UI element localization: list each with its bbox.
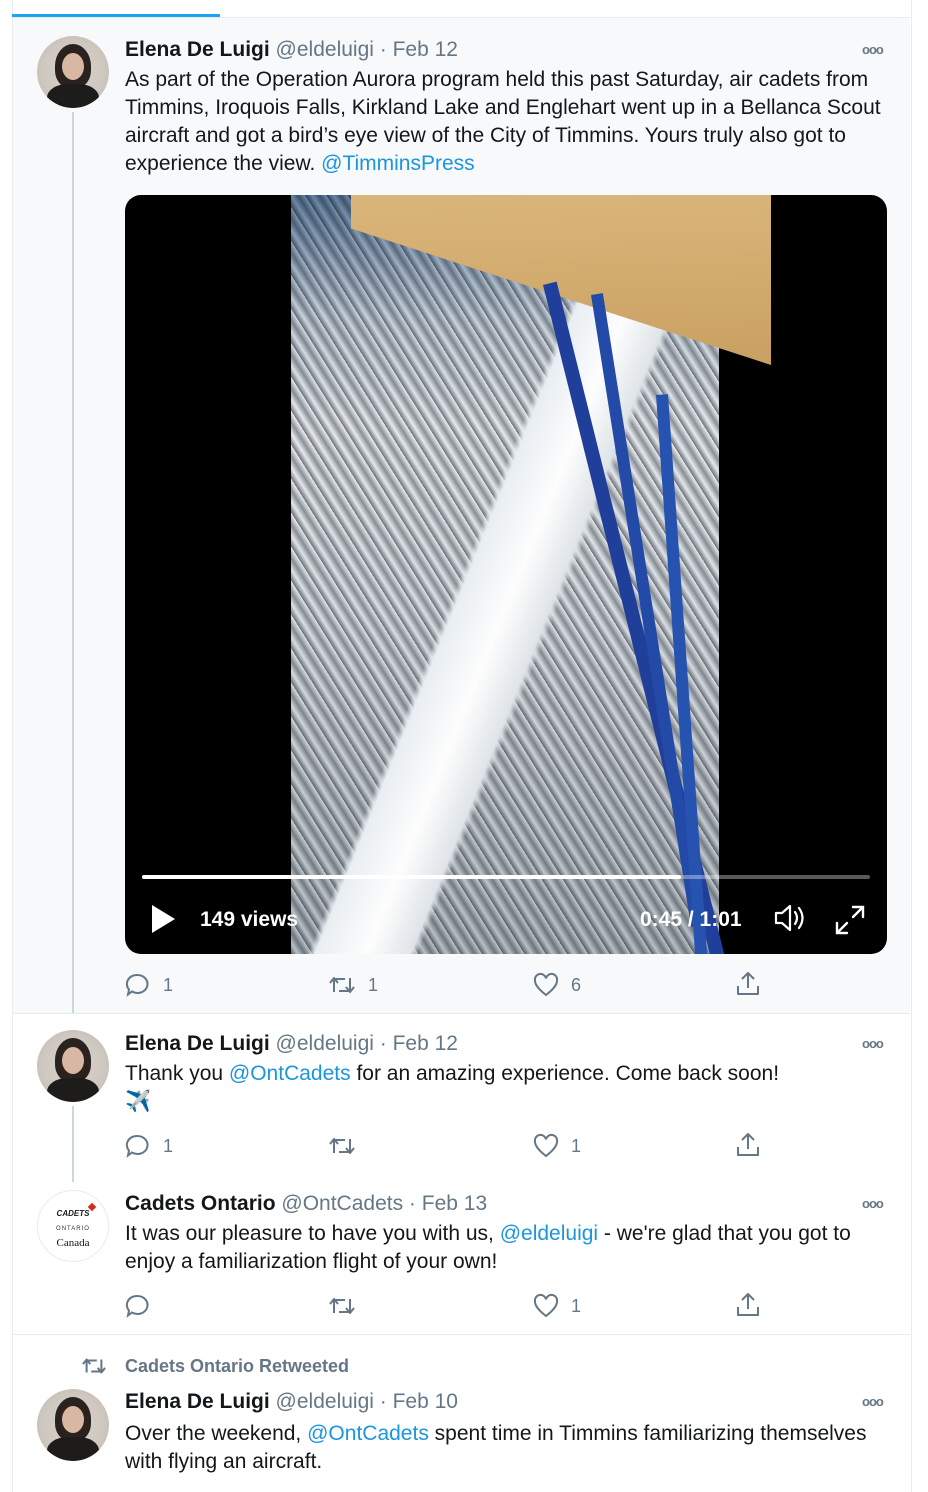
reply-button[interactable]: [125, 1293, 151, 1319]
video-player[interactable]: 149 views 0:45 / 1:01: [125, 195, 887, 954]
mention-link[interactable]: @TimminsPress: [321, 152, 475, 175]
like-count: 1: [571, 1295, 582, 1316]
retweet-count: 1: [368, 974, 379, 995]
retweet-button[interactable]: 1: [328, 972, 378, 998]
play-icon[interactable]: [152, 905, 175, 933]
retweet-icon: [329, 1138, 355, 1154]
author-name[interactable]: Elena De Luigi: [125, 1032, 270, 1055]
more-options-icon[interactable]: ooo: [862, 1036, 884, 1051]
like-count: 6: [571, 974, 582, 995]
more-options-icon[interactable]: ooo: [862, 42, 884, 57]
video-time: 0:45 / 1:01: [640, 908, 742, 931]
heart-icon: [533, 1293, 559, 1318]
tweet-header: Elena De Luigi @eldeluigi · Feb 12: [125, 37, 458, 63]
video-frame[interactable]: [291, 195, 771, 954]
share-button[interactable]: [735, 970, 761, 998]
volume-icon[interactable]: [773, 903, 807, 933]
more-options-icon[interactable]: ooo: [862, 1196, 884, 1211]
like-button[interactable]: 1: [533, 1293, 581, 1319]
divider: [13, 1013, 910, 1014]
thread-line: [72, 112, 74, 1014]
retweet-icon: [329, 1298, 355, 1314]
author-name[interactable]: Elena De Luigi: [125, 1390, 270, 1413]
reply-icon: [125, 1134, 149, 1158]
cadets-logo-avatar[interactable]: CADETS ONTARIO Canada: [37, 1190, 109, 1262]
avatar[interactable]: [37, 1389, 109, 1461]
heart-icon: [533, 1133, 559, 1158]
like-count: 1: [571, 1135, 582, 1156]
avatar[interactable]: [37, 36, 109, 108]
author-name[interactable]: Elena De Luigi: [125, 38, 270, 61]
reply-icon: [125, 973, 149, 997]
reply-count: 1: [163, 1135, 174, 1156]
author-meta[interactable]: @OntCadets · Feb 13: [281, 1192, 487, 1215]
video-progress-fill: [142, 875, 681, 879]
avatar[interactable]: [37, 1030, 109, 1102]
tweet-text: Thank you @OntCadets for an amazing expe…: [125, 1062, 780, 1113]
airplane-emoji: ✈️: [125, 1090, 152, 1113]
view-count: 149 views: [200, 908, 299, 931]
tweet-text: It was our pleasure to have you with us,…: [125, 1222, 851, 1273]
reply-count: 1: [163, 974, 174, 995]
reply-button[interactable]: 1: [125, 1133, 173, 1159]
tweet-text: As part of the Operation Aurora program …: [125, 68, 881, 175]
fullscreen-icon[interactable]: [833, 903, 867, 937]
mention-link[interactable]: @OntCadets: [307, 1422, 429, 1445]
tweet-header: Cadets Ontario @OntCadets · Feb 13: [125, 1191, 487, 1217]
like-button[interactable]: 6: [533, 972, 581, 998]
author-meta[interactable]: @eldeluigi · Feb 12: [276, 1032, 458, 1055]
tweet-header: Elena De Luigi @eldeluigi · Feb 12: [125, 1031, 458, 1057]
tweet-text: Over the weekend, @OntCadets spent time …: [125, 1422, 867, 1473]
thread-line: [72, 1106, 74, 1182]
heart-icon: [533, 972, 559, 997]
retweet-icon: [329, 977, 355, 993]
share-icon: [737, 1133, 759, 1156]
share-icon: [737, 972, 759, 995]
tweet-header: Elena De Luigi @eldeluigi · Feb 10: [125, 1389, 458, 1415]
share-icon: [737, 1293, 759, 1316]
retweet-button[interactable]: [328, 1293, 356, 1319]
author-meta[interactable]: @eldeluigi · Feb 12: [276, 38, 458, 61]
retweeted-by-label[interactable]: Cadets Ontario Retweeted: [125, 1356, 349, 1377]
share-button[interactable]: [735, 1291, 761, 1319]
video-progress-bar[interactable]: [142, 875, 870, 879]
reply-button[interactable]: 1: [125, 972, 173, 998]
author-name[interactable]: Cadets Ontario: [125, 1192, 276, 1215]
author-meta[interactable]: @eldeluigi · Feb 10: [276, 1390, 458, 1413]
more-options-icon[interactable]: ooo: [862, 1394, 884, 1409]
mention-link[interactable]: @eldeluigi: [500, 1222, 598, 1245]
retweet-icon: [82, 1358, 106, 1374]
divider: [13, 1334, 910, 1335]
like-button[interactable]: 1: [533, 1133, 581, 1159]
mention-link[interactable]: @OntCadets: [229, 1062, 351, 1085]
retweet-button[interactable]: [328, 1133, 356, 1159]
share-button[interactable]: [735, 1131, 761, 1159]
reply-icon: [125, 1294, 149, 1318]
